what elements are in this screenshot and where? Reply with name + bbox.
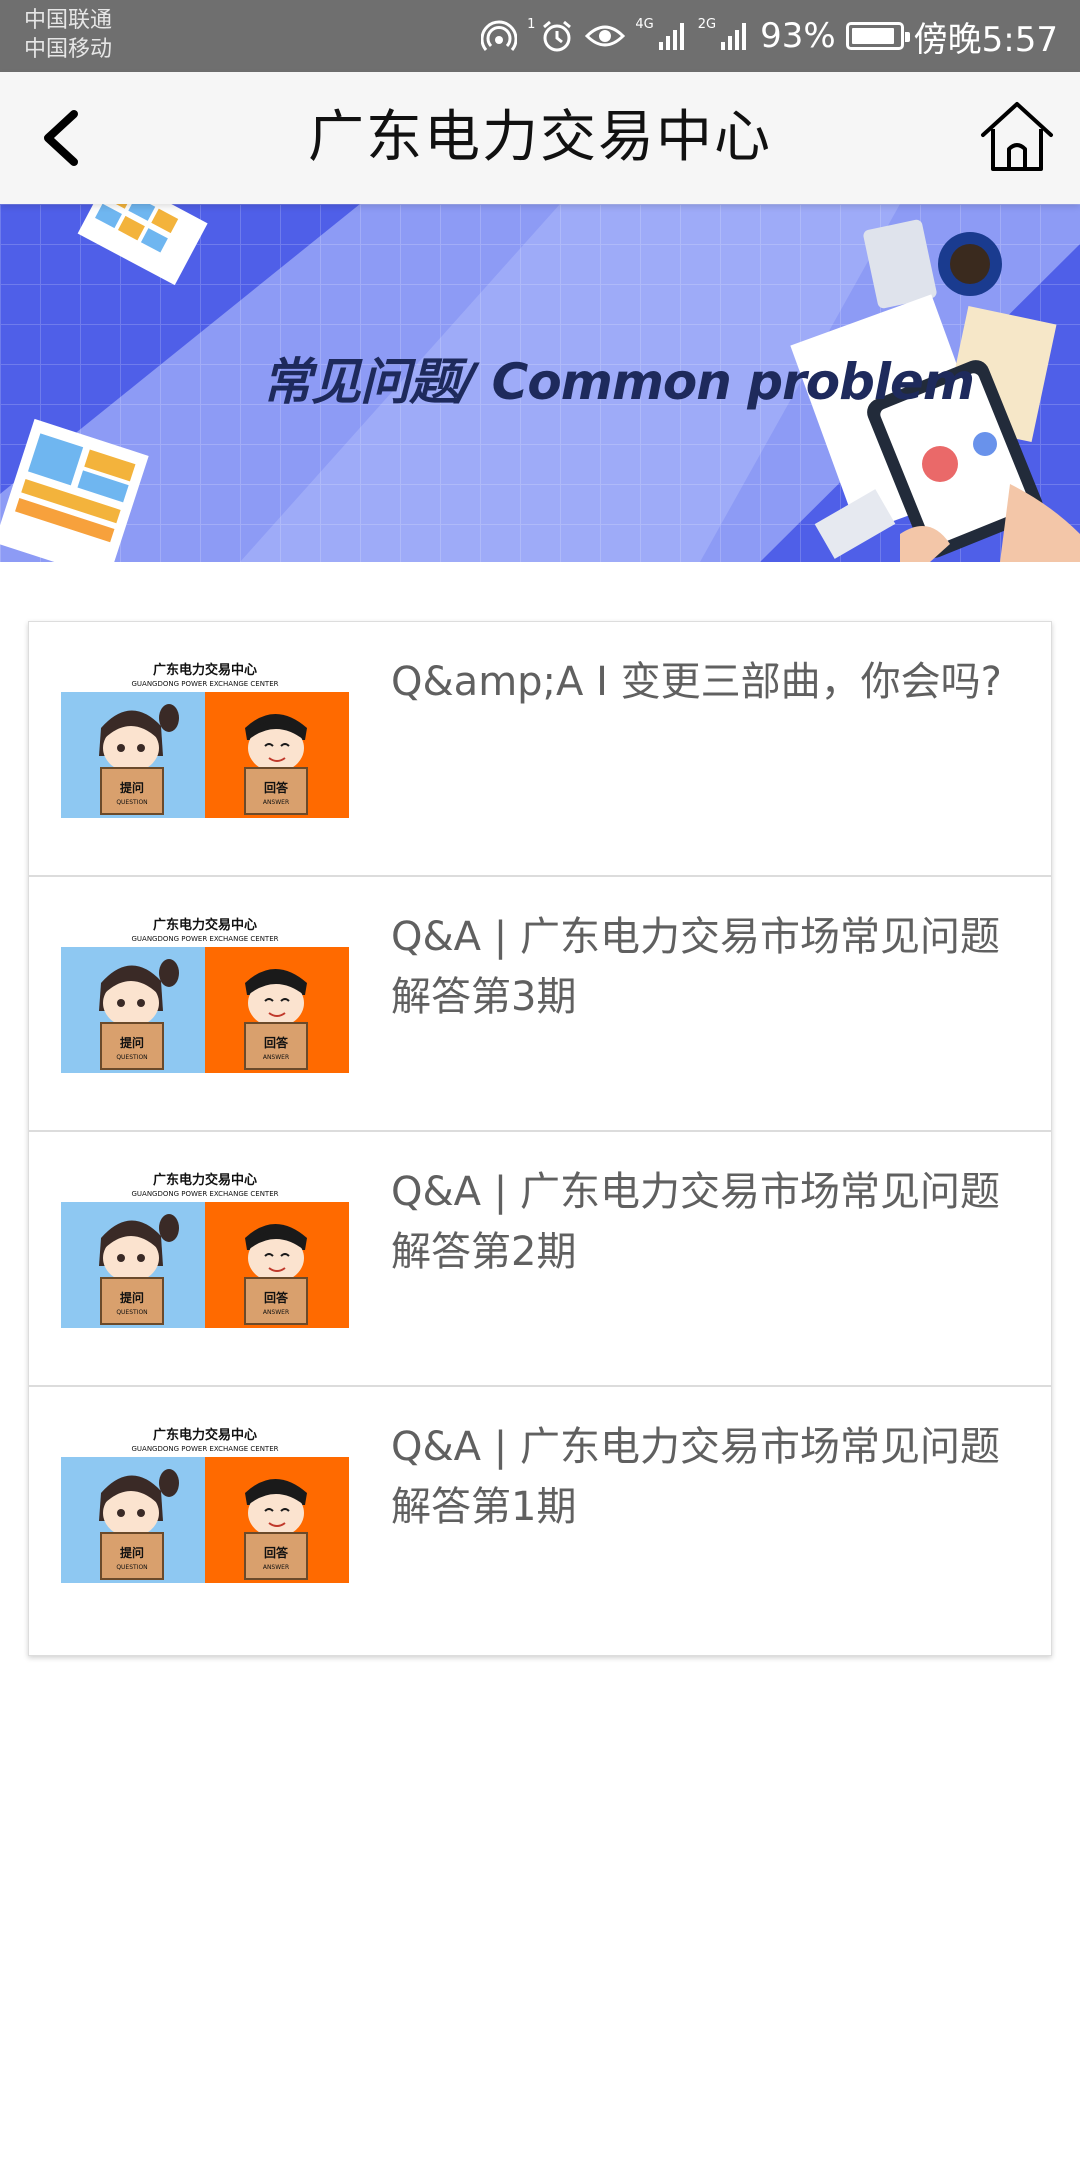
thumbnail-qa: 广东电力交易中心 GUANGDONG POWER EXCHANGE CENTER… bbox=[61, 1421, 349, 1583]
list-item[interactable]: 广东电力交易中心 GUANGDONG POWER EXCHANGE CENTER… bbox=[29, 1387, 1051, 1655]
thumbnail-qa: 广东电力交易中心 GUANGDONG POWER EXCHANGE CENTER… bbox=[61, 656, 349, 818]
battery-percent: 93% bbox=[760, 16, 836, 56]
status-indicators: 1 4G 2G 93% 傍晚5:57 bbox=[481, 0, 1058, 72]
item-title: Q&amp;A I 变更三部曲，你会吗? bbox=[391, 659, 1002, 705]
status-bar: 中国联通 中国移动 1 4G 2G 93% 傍晚5:57 bbox=[0, 0, 1080, 72]
thumb-org-cn: 广东电力交易中心 bbox=[153, 917, 257, 933]
thumb-answer-cn: 回答 bbox=[264, 1545, 289, 1560]
thumb-org-en: GUANGDONG POWER EXCHANGE CENTER bbox=[131, 935, 278, 943]
qa-illustration: 广东电力交易中心 GUANGDONG POWER EXCHANGE CENTER… bbox=[61, 1166, 349, 1328]
thumb-question-cn: 提问 bbox=[120, 1545, 144, 1560]
carrier-1: 中国联通 bbox=[24, 8, 113, 33]
qa-illustration: 广东电力交易中心 GUANGDONG POWER EXCHANGE CENTER… bbox=[61, 911, 349, 1073]
thumb-org-en: GUANGDONG POWER EXCHANGE CENTER bbox=[131, 1445, 278, 1453]
thumb-answer-en: ANSWER bbox=[263, 1564, 289, 1571]
thumbnail-qa: 广东电力交易中心 GUANGDONG POWER EXCHANGE CENTER… bbox=[61, 911, 349, 1073]
thumb-question-cn: 提问 bbox=[120, 1035, 144, 1050]
hotspot-icon bbox=[481, 20, 518, 51]
item-title: Q&A | 广东电力交易市场常见问题解答第2期 bbox=[391, 1169, 1000, 1275]
list-item[interactable]: 广东电力交易中心 GUANGDONG POWER EXCHANGE CENTER… bbox=[29, 622, 1051, 877]
thumb-org-en: GUANGDONG POWER EXCHANGE CENTER bbox=[131, 680, 278, 688]
signal-icon-2 bbox=[721, 23, 747, 50]
thumb-org-en: GUANGDONG POWER EXCHANGE CENTER bbox=[131, 1190, 278, 1198]
app-header: 广东电力交易中心 bbox=[0, 72, 1080, 204]
back-button[interactable] bbox=[20, 98, 100, 178]
thumb-question-en: QUESTION bbox=[116, 1309, 147, 1316]
home-icon bbox=[981, 102, 1053, 171]
carrier-2: 中国移动 bbox=[24, 37, 113, 62]
thumb-question-en: QUESTION bbox=[116, 1564, 147, 1571]
thumb-question-en: QUESTION bbox=[116, 1054, 147, 1061]
signal-icon-1 bbox=[658, 23, 684, 50]
banner: 常见问题/ Common problem bbox=[0, 204, 1080, 562]
thumb-answer-cn: 回答 bbox=[264, 1290, 289, 1305]
thumbnail-qa: 广东电力交易中心 GUANGDONG POWER EXCHANGE CENTER… bbox=[61, 1166, 349, 1328]
home-button[interactable] bbox=[972, 92, 1062, 182]
battery-icon bbox=[845, 22, 910, 50]
qa-illustration: 广东电力交易中心 GUANGDONG POWER EXCHANGE CENTER… bbox=[61, 1421, 349, 1583]
thumb-answer-en: ANSWER bbox=[263, 799, 289, 806]
page-title: 广东电力交易中心 bbox=[308, 105, 772, 170]
banner-text: 常见问题/ Common problem bbox=[262, 353, 975, 411]
network-4g-label: 4G bbox=[635, 17, 654, 32]
thumb-answer-en: ANSWER bbox=[263, 1309, 289, 1316]
list-item[interactable]: 广东电力交易中心 GUANGDONG POWER EXCHANGE CENTER… bbox=[29, 877, 1051, 1132]
thumb-org-cn: 广东电力交易中心 bbox=[153, 1427, 257, 1443]
sim-badge: 1 bbox=[527, 17, 536, 32]
thumb-org-cn: 广东电力交易中心 bbox=[153, 1172, 257, 1188]
clock: 傍晚5:57 bbox=[913, 19, 1058, 60]
carrier-info: 中国联通 中国移动 bbox=[24, 6, 112, 64]
item-title: Q&A | 广东电力交易市场常见问题解答第3期 bbox=[391, 914, 1000, 1020]
thumb-answer-cn: 回答 bbox=[264, 1035, 289, 1050]
thumb-answer-en: ANSWER bbox=[263, 1054, 289, 1061]
network-2g-label: 2G bbox=[697, 17, 717, 32]
qa-illustration: 广东电力交易中心 GUANGDONG POWER EXCHANGE CENTER… bbox=[61, 656, 349, 818]
list-item[interactable]: 广东电力交易中心 GUANGDONG POWER EXCHANGE CENTER… bbox=[29, 1132, 1051, 1387]
thumb-answer-cn: 回答 bbox=[264, 780, 289, 795]
eye-icon bbox=[585, 25, 626, 47]
faq-list: 广东电力交易中心 GUANGDONG POWER EXCHANGE CENTER… bbox=[28, 621, 1052, 1656]
thumb-question-cn: 提问 bbox=[120, 1290, 144, 1305]
alarm-icon bbox=[543, 20, 572, 52]
thumb-question-cn: 提问 bbox=[120, 780, 144, 795]
battery-fill bbox=[851, 28, 895, 44]
chevron-left-icon bbox=[44, 110, 78, 166]
item-title: Q&A | 广东电力交易市场常见问题解答第1期 bbox=[391, 1424, 1000, 1530]
thumb-question-en: QUESTION bbox=[116, 799, 147, 806]
thumb-org-cn: 广东电力交易中心 bbox=[153, 662, 257, 678]
